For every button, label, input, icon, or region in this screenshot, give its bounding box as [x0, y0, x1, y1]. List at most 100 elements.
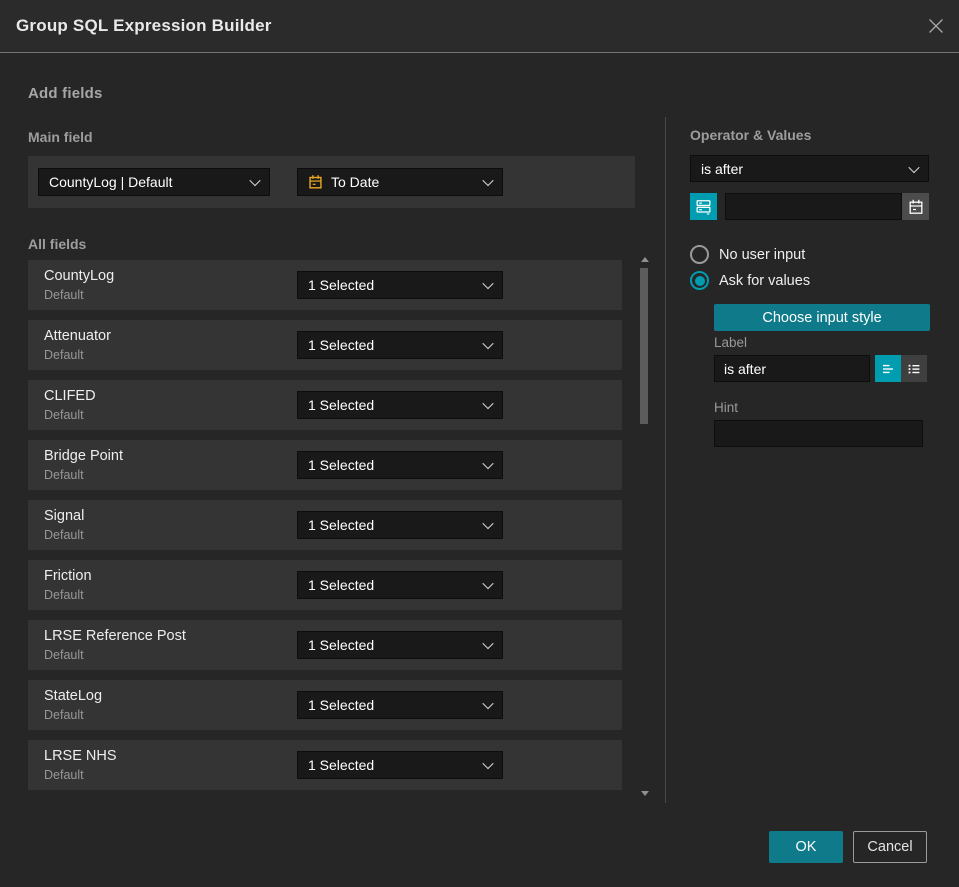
scrollbar-down-arrow[interactable] — [641, 791, 649, 796]
field-row: Friction Default 1 Selected — [28, 560, 622, 610]
all-fields-label: All fields — [28, 236, 87, 252]
field-selected-dropdown[interactable]: 1 Selected — [297, 271, 503, 299]
chevron-down-icon — [482, 457, 494, 470]
field-row: StateLog Default 1 Selected — [28, 680, 622, 730]
align-left-icon — [883, 364, 893, 373]
chevron-down-icon — [908, 161, 920, 173]
date-field-select[interactable]: To Date — [297, 168, 503, 196]
hint-input[interactable] — [714, 420, 923, 447]
scrollbar-thumb[interactable] — [640, 268, 648, 424]
chevron-down-icon — [482, 277, 494, 290]
field-name: StateLog — [44, 688, 103, 704]
field-selected-dropdown[interactable]: 1 Selected — [297, 451, 503, 479]
cancel-button[interactable]: Cancel — [853, 831, 927, 863]
field-row: LRSE Reference Post Default 1 Selected — [28, 620, 622, 670]
field-subtitle: Default — [44, 348, 84, 362]
field-selected-dropdown[interactable]: 1 Selected — [297, 511, 503, 539]
field-selected-dropdown[interactable]: 1 Selected — [297, 571, 503, 599]
field-row: Attenuator Default 1 Selected — [28, 320, 622, 370]
radio-ask-for-values-label: Ask for values — [719, 272, 811, 289]
label-style-single-button[interactable] — [875, 355, 901, 382]
bulleted-list-icon — [908, 364, 920, 373]
selected-count-label: 1 Selected — [308, 337, 375, 353]
radio-selected-icon — [690, 271, 709, 290]
field-name: CountyLog — [44, 268, 115, 284]
field-name: LRSE NHS — [44, 748, 117, 764]
selected-count-label: 1 Selected — [308, 697, 375, 713]
main-field-select-value: CountyLog | Default — [49, 174, 173, 190]
selected-count-label: 1 Selected — [308, 517, 375, 533]
date-field-select-value: To Date — [331, 174, 380, 190]
radio-ask-for-values[interactable]: Ask for values — [690, 271, 810, 290]
close-icon — [929, 19, 943, 33]
field-row: CountyLog Default 1 Selected — [28, 260, 622, 310]
close-button[interactable] — [925, 15, 947, 37]
calendar-icon — [909, 199, 922, 214]
value-input-type-button[interactable] — [690, 193, 717, 220]
operator-values-heading: Operator & Values — [690, 127, 812, 143]
selected-count-label: 1 Selected — [308, 457, 375, 473]
chevron-down-icon — [482, 637, 494, 650]
field-name: Attenuator — [44, 328, 111, 344]
field-subtitle: Default — [44, 528, 84, 542]
chevron-down-icon — [482, 174, 494, 187]
chevron-down-icon — [482, 517, 494, 530]
label-field-label: Label — [714, 335, 748, 350]
field-row: CLIFED Default 1 Selected — [28, 380, 622, 430]
selected-count-label: 1 Selected — [308, 757, 375, 773]
label-input[interactable] — [714, 355, 870, 382]
radio-unselected-icon — [690, 245, 709, 264]
selected-count-label: 1 Selected — [308, 577, 375, 593]
field-name: Bridge Point — [44, 448, 123, 464]
chevron-down-icon — [482, 577, 494, 590]
dialog-title: Group SQL Expression Builder — [16, 16, 272, 35]
field-selected-dropdown[interactable]: 1 Selected — [297, 331, 503, 359]
radio-no-user-input[interactable]: No user input — [690, 245, 805, 264]
label-style-list-button[interactable] — [901, 355, 927, 382]
field-selected-dropdown[interactable]: 1 Selected — [297, 751, 503, 779]
value-date-input[interactable] — [725, 193, 902, 220]
main-field-panel: CountyLog | Default To Date — [28, 156, 635, 208]
radio-no-user-input-label: No user input — [719, 246, 806, 263]
chevron-down-icon — [482, 697, 494, 710]
field-subtitle: Default — [44, 708, 84, 722]
operator-select[interactable]: is after — [690, 155, 929, 182]
chevron-down-icon — [249, 174, 261, 187]
selected-count-label: 1 Selected — [308, 637, 375, 653]
field-name: LRSE Reference Post — [44, 628, 186, 644]
value-list-icon — [696, 200, 711, 215]
selected-count-label: 1 Selected — [308, 277, 375, 293]
field-name: Friction — [44, 568, 92, 584]
selected-count-label: 1 Selected — [308, 397, 375, 413]
field-selected-dropdown[interactable]: 1 Selected — [297, 691, 503, 719]
chevron-down-icon — [482, 757, 494, 770]
field-row: LRSE NHS Default 1 Selected — [28, 740, 622, 790]
ok-button[interactable]: OK — [769, 831, 843, 863]
main-field-label: Main field — [28, 129, 93, 145]
field-row: Bridge Point Default 1 Selected — [28, 440, 622, 490]
field-row: Signal Default 1 Selected — [28, 500, 622, 550]
chevron-down-icon — [482, 397, 494, 410]
field-subtitle: Default — [44, 468, 84, 482]
calendar-icon — [309, 175, 322, 189]
chevron-down-icon — [482, 337, 494, 350]
hint-field-label: Hint — [714, 400, 739, 415]
field-subtitle: Default — [44, 768, 84, 782]
field-selected-dropdown[interactable]: 1 Selected — [297, 631, 503, 659]
field-selected-dropdown[interactable]: 1 Selected — [297, 391, 503, 419]
field-subtitle: Default — [44, 408, 84, 422]
operator-select-value: is after — [701, 160, 744, 177]
choose-input-style-button[interactable]: Choose input style — [714, 304, 930, 331]
field-name: CLIFED — [44, 388, 96, 404]
main-field-select[interactable]: CountyLog | Default — [38, 168, 270, 196]
dialog-titlebar: Group SQL Expression Builder — [0, 0, 959, 53]
field-subtitle: Default — [44, 588, 84, 602]
field-subtitle: Default — [44, 288, 84, 302]
add-fields-heading: Add fields — [28, 85, 103, 102]
field-name: Signal — [44, 508, 85, 524]
scrollbar-up-arrow[interactable] — [641, 257, 649, 262]
all-fields-list: CountyLog Default 1 Selected Attenuator … — [28, 260, 622, 800]
field-subtitle: Default — [44, 648, 84, 662]
value-calendar-button[interactable] — [902, 193, 929, 220]
vertical-divider — [665, 117, 666, 803]
